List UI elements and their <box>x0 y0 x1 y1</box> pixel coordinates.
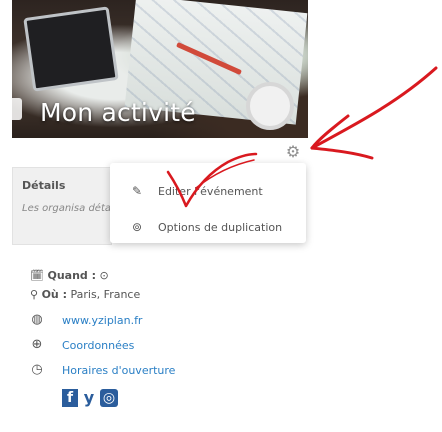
contact-icon: ⊕ <box>31 337 43 352</box>
menu-item-edit-event[interactable]: ✎ Editer l'événement <box>110 175 306 207</box>
annotation-arrow-head <box>310 114 374 160</box>
facebook-icon[interactable]: f <box>62 389 78 407</box>
website-row[interactable]: ◍ www.yziplan.fr <box>30 313 142 327</box>
menu-item-edit-label: Editer l'événement <box>158 184 263 198</box>
where-label: Où : <box>41 288 67 301</box>
pencil-icon: ✎ <box>131 184 143 198</box>
calendar-icon: 🗓 <box>30 269 44 282</box>
when-row: 🗓 Quand : ⊙ <box>30 269 109 282</box>
social-links: f y ◎ <box>62 389 118 407</box>
where-value: Paris, France <box>70 288 141 301</box>
clock-small-icon: ⊙ <box>99 269 109 282</box>
when-label: Quand : <box>47 269 97 282</box>
menu-item-duplication-options[interactable]: ⊚ Options de duplication <box>110 211 306 243</box>
instagram-icon[interactable]: ◎ <box>100 389 118 407</box>
contact-link[interactable]: Coordonnées <box>62 339 134 352</box>
clock-icon: ◷ <box>31 362 43 377</box>
carousel-handle[interactable] <box>12 98 22 120</box>
duplicate-icon: ⊚ <box>131 220 143 234</box>
details-heading: Détails <box>22 179 66 192</box>
page-title: Mon activité <box>40 98 196 127</box>
details-panel: Détails Les organisa détail <box>12 167 117 245</box>
website-link[interactable]: www.yziplan.fr <box>62 314 142 327</box>
where-row: ⚲ Où : Paris, France <box>30 288 140 301</box>
menu-item-duplication-label: Options de duplication <box>158 220 283 234</box>
cup-photo-detail <box>246 82 294 130</box>
hours-row[interactable]: ◷ Horaires d'ouverture <box>30 363 175 377</box>
settings-dropdown-menu: ✎ Editer l'événement ⊚ Options de duplic… <box>110 163 306 243</box>
hours-link[interactable]: Horaires d'ouverture <box>62 364 175 377</box>
gear-icon[interactable]: ⚙ <box>284 143 302 161</box>
annotation-arrow <box>310 66 438 150</box>
twitter-icon[interactable]: y <box>80 389 98 407</box>
globe-icon: ◍ <box>31 312 43 327</box>
map-pin-icon: ⚲ <box>30 288 39 301</box>
contact-row[interactable]: ⊕ Coordonnées <box>30 337 135 352</box>
laptop-photo-detail <box>23 6 119 92</box>
